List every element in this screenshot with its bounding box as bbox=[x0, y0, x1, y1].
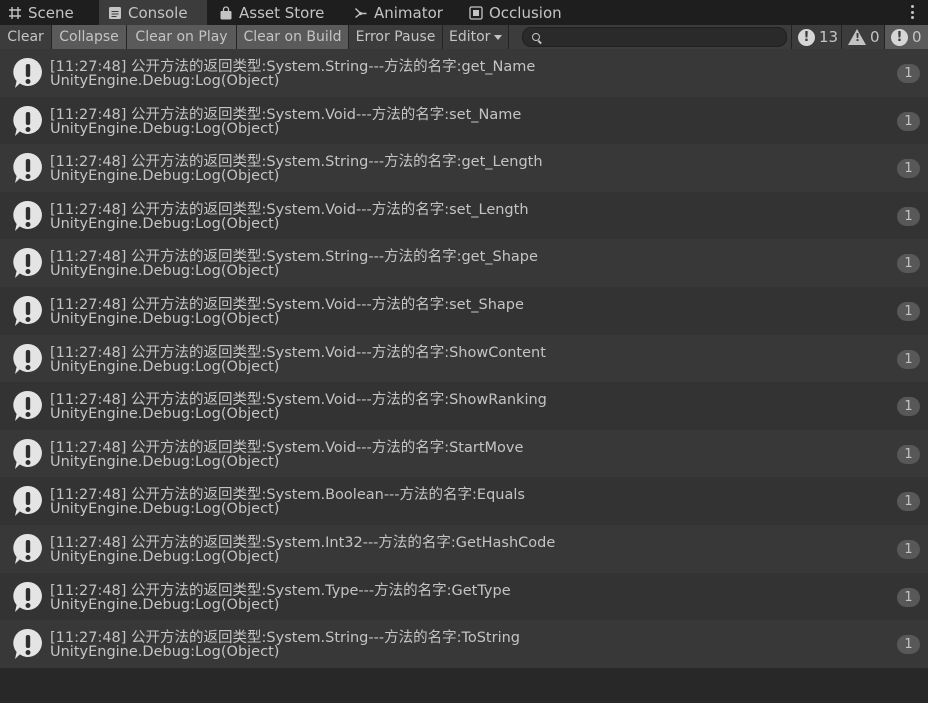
tab-scene[interactable]: Scene bbox=[8, 0, 90, 25]
clear-on-build-label: Clear on Build bbox=[243, 29, 342, 45]
log-count: 13 bbox=[819, 28, 839, 46]
search-icon bbox=[532, 33, 540, 41]
log-count-badge: 1 bbox=[897, 302, 920, 321]
window-tab-bar: Scene Console Asset Store Animator Occlu… bbox=[0, 0, 928, 25]
clear-on-play-label: Clear on Play bbox=[135, 29, 228, 45]
log-stacktrace: UnityEngine.Debug:Log(Object) bbox=[50, 168, 280, 185]
log-message-icon bbox=[11, 341, 45, 377]
warning-count: 0 bbox=[870, 28, 880, 46]
console-toolbar: Clear Collapse Clear on Play Clear on Bu… bbox=[0, 25, 928, 49]
log-count-badge: 1 bbox=[897, 111, 920, 131]
log-message-icon bbox=[11, 293, 45, 329]
warning-count-toggle[interactable]: 0 bbox=[841, 25, 884, 49]
store-bag-icon bbox=[220, 5, 232, 19]
log-stacktrace: UnityEngine.Debug:Log(Object) bbox=[50, 644, 280, 661]
clear-on-build-toggle[interactable]: Clear on Build bbox=[237, 25, 349, 49]
log-count-badge: 1 bbox=[897, 587, 920, 607]
log-message-icon bbox=[11, 483, 45, 519]
log-message-icon bbox=[11, 245, 45, 281]
warning-icon bbox=[848, 29, 866, 45]
log-count-badge: 1 bbox=[897, 254, 920, 274]
log-stacktrace: UnityEngine.Debug:Log(Object) bbox=[50, 596, 280, 613]
error-icon: ! bbox=[891, 28, 908, 46]
log-message-icon bbox=[11, 626, 45, 662]
log-message-icon bbox=[11, 150, 45, 186]
clear-on-play-toggle[interactable]: Clear on Play bbox=[127, 25, 237, 49]
log-entry[interactable]: [11:27:48] 公开方法的返回类型:System.Type---方法的名字… bbox=[0, 572, 928, 621]
log-message-icon bbox=[11, 198, 45, 234]
log-message-icon bbox=[11, 103, 45, 139]
log-entry[interactable]: [11:27:48] 公开方法的返回类型:System.Int32---方法的名… bbox=[0, 525, 928, 573]
console-icon bbox=[109, 6, 121, 19]
log-entry[interactable]: [11:27:48] 公开方法的返回类型:System.Boolean---方法… bbox=[0, 477, 928, 526]
log-count-badge: 1 bbox=[897, 492, 920, 512]
tab-animator[interactable]: Animator bbox=[354, 0, 454, 25]
log-entry[interactable]: [11:27:48] 公开方法的返回类型:System.String---方法的… bbox=[0, 49, 928, 97]
log-count-toggle[interactable]: ! 13 bbox=[791, 25, 841, 49]
tab-occlusion-label: Occlusion bbox=[489, 3, 562, 22]
log-stacktrace: UnityEngine.Debug:Log(Object) bbox=[50, 453, 280, 470]
log-count-badge: 1 bbox=[897, 444, 920, 464]
occlusion-icon bbox=[469, 5, 483, 20]
log-entry[interactable]: [11:27:48] 公开方法的返回类型:System.String---方法的… bbox=[0, 239, 928, 288]
tab-occlusion[interactable]: Occlusion bbox=[469, 0, 579, 25]
tab-scene-label: Scene bbox=[28, 3, 74, 22]
log-entry[interactable]: [11:27:48] 公开方法的返回类型:System.Void---方法的名字… bbox=[0, 287, 928, 335]
log-stacktrace: UnityEngine.Debug:Log(Object) bbox=[50, 406, 280, 423]
clear-button[interactable]: Clear bbox=[0, 25, 52, 49]
log-stacktrace: UnityEngine.Debug:Log(Object) bbox=[50, 215, 280, 232]
log-stacktrace: UnityEngine.Debug:Log(Object) bbox=[50, 311, 280, 327]
log-count-badge: 1 bbox=[897, 159, 920, 179]
search-field[interactable] bbox=[522, 27, 787, 47]
log-entry[interactable]: [11:27:48] 公开方法的返回类型:System.Void---方法的名字… bbox=[0, 334, 928, 383]
log-entry[interactable]: [11:27:48] 公开方法的返回类型:System.String---方法的… bbox=[0, 620, 928, 669]
more-options-icon[interactable] bbox=[908, 3, 916, 21]
log-count-badge: 1 bbox=[897, 540, 920, 559]
editor-dropdown[interactable]: Editor bbox=[443, 25, 509, 49]
tab-console[interactable]: Console bbox=[99, 0, 207, 25]
animator-icon bbox=[355, 7, 367, 18]
log-entry[interactable]: [11:27:48] 公开方法的返回类型:System.Void---方法的名字… bbox=[0, 429, 928, 478]
error-pause-label: Error Pause bbox=[355, 29, 436, 45]
grid-icon bbox=[9, 6, 21, 19]
tab-console-label: Console bbox=[128, 3, 188, 22]
clear-label: Clear bbox=[7, 29, 44, 45]
log-message-icon bbox=[11, 55, 45, 91]
console-log-list[interactable]: [11:27:48] 公开方法的返回类型:System.String---方法的… bbox=[0, 49, 928, 703]
log-message-icon bbox=[11, 531, 45, 567]
error-count-toggle[interactable]: ! 0 bbox=[884, 25, 928, 49]
log-count-badge: 1 bbox=[897, 64, 920, 83]
log-entry[interactable]: [11:27:48] 公开方法的返回类型:System.Void---方法的名字… bbox=[0, 382, 928, 431]
log-count-badge: 1 bbox=[897, 349, 920, 369]
log-message-icon bbox=[11, 436, 45, 472]
error-pause-toggle[interactable]: Error Pause bbox=[349, 25, 443, 49]
info-message-icon: ! bbox=[798, 28, 815, 46]
log-stacktrace: UnityEngine.Debug:Log(Object) bbox=[50, 73, 280, 89]
log-count-badge: 1 bbox=[897, 397, 920, 417]
tab-animator-label: Animator bbox=[374, 3, 443, 22]
tab-asset-store[interactable]: Asset Store bbox=[219, 0, 339, 25]
chevron-down-icon bbox=[494, 35, 503, 40]
log-stacktrace: UnityEngine.Debug:Log(Object) bbox=[50, 120, 280, 137]
log-stacktrace: UnityEngine.Debug:Log(Object) bbox=[50, 358, 280, 375]
log-count-badge: 1 bbox=[897, 206, 920, 226]
log-entry[interactable]: [11:27:48] 公开方法的返回类型:System.String---方法的… bbox=[0, 144, 928, 193]
error-count: 0 bbox=[912, 28, 922, 46]
log-entry[interactable]: [11:27:48] 公开方法的返回类型:System.Void---方法的名字… bbox=[0, 96, 928, 145]
log-entry[interactable]: [11:27:48] 公开方法的返回类型:System.Void---方法的名字… bbox=[0, 191, 928, 240]
collapse-label: Collapse bbox=[59, 29, 119, 45]
tab-asset-store-label: Asset Store bbox=[239, 3, 325, 22]
log-stacktrace: UnityEngine.Debug:Log(Object) bbox=[50, 549, 280, 565]
log-message-icon bbox=[11, 388, 45, 424]
log-stacktrace: UnityEngine.Debug:Log(Object) bbox=[50, 501, 280, 518]
log-stacktrace: UnityEngine.Debug:Log(Object) bbox=[50, 263, 280, 280]
log-message-icon bbox=[11, 579, 45, 615]
editor-label: Editor bbox=[449, 29, 491, 45]
log-count-badge: 1 bbox=[897, 635, 920, 655]
collapse-toggle[interactable]: Collapse bbox=[52, 25, 127, 49]
